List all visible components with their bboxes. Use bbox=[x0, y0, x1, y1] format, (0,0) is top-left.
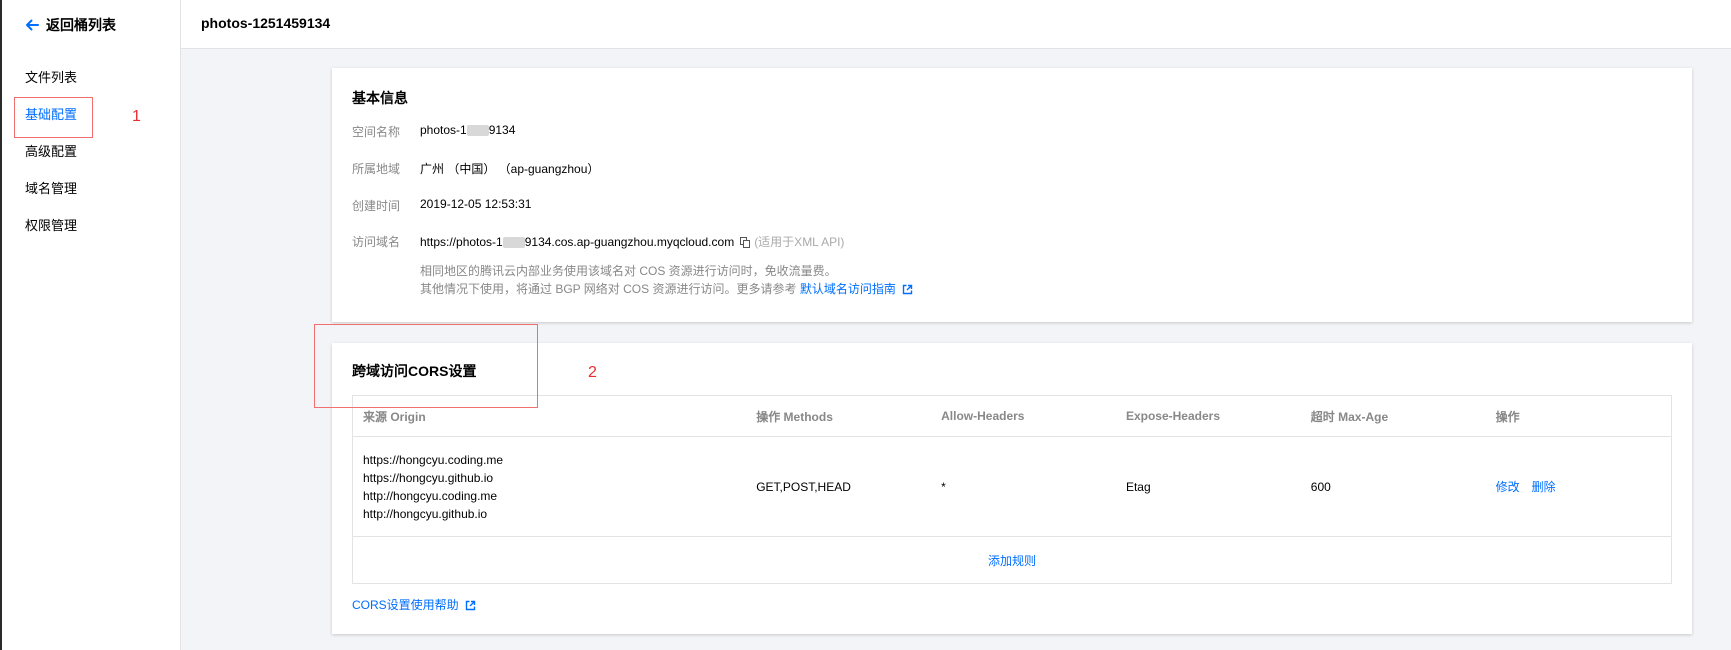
created-time-label: 创建时间 bbox=[352, 199, 401, 213]
bucket-name-prefix: photos-1 bbox=[420, 123, 467, 137]
redacted-blur bbox=[466, 125, 489, 137]
column-header-expose-headers: Expose-Headers bbox=[1115, 395, 1301, 437]
access-domain-suffix: 9134.cos.ap-guangzhou.myqcloud.com bbox=[524, 235, 735, 249]
bucket-name-suffix: 9134 bbox=[488, 123, 516, 137]
back-to-bucket-list-button[interactable]: 返回桶列表 bbox=[24, 14, 116, 36]
edit-rule-link[interactable]: 修改 bbox=[1496, 480, 1520, 494]
add-rule-cell: 添加规则 bbox=[352, 536, 1672, 584]
sidebar-item-advanced-config[interactable]: 高级配置 bbox=[25, 144, 77, 160]
origin-item: https://hongcyu.github.io bbox=[363, 470, 494, 485]
add-rule-link[interactable]: 添加规则 bbox=[988, 554, 1036, 568]
back-label: 返回桶列表 bbox=[46, 17, 116, 33]
basic-info-card: 基本信息 空间名称 photos-1 9134 所属地域 广州 （中国） （ap-… bbox=[332, 68, 1692, 322]
column-header-actions: 操作 bbox=[1485, 395, 1672, 437]
annotation-number-2: 2 bbox=[588, 364, 597, 381]
column-header-methods: 操作 Methods bbox=[746, 395, 932, 437]
cors-rules-table: 来源 Origin 操作 Methods Allow-Headers Expos… bbox=[352, 395, 1672, 584]
add-rule-row: 添加规则 bbox=[352, 536, 1672, 584]
redacted-blur bbox=[502, 237, 525, 249]
external-link-icon[interactable] bbox=[465, 600, 476, 611]
annotation-box-2 bbox=[314, 324, 538, 408]
origin-item: http://hongcyu.coding.me bbox=[363, 488, 498, 503]
domain-note-text: 其他情况下使用，将通过 BGP 网络对 COS 资源进行访问。更多请参考 bbox=[420, 282, 797, 296]
region-label: 所属地域 bbox=[352, 162, 401, 176]
annotation-number-1: 1 bbox=[132, 108, 141, 125]
external-link-icon[interactable] bbox=[902, 284, 913, 295]
copy-icon[interactable] bbox=[740, 237, 751, 249]
expose-headers-cell: Etag bbox=[1115, 436, 1301, 537]
cors-help: CORS设置使用帮助 bbox=[352, 596, 476, 613]
allow-headers-cell: * bbox=[931, 436, 1116, 537]
bucket-name-label: 空间名称 bbox=[352, 125, 401, 139]
methods-cell: GET,POST,HEAD bbox=[746, 436, 932, 537]
table-row: https://hongcyu.coding.me https://hongcy… bbox=[352, 436, 1672, 537]
max-age-cell: 600 bbox=[1300, 436, 1486, 537]
column-header-allow-headers: Allow-Headers bbox=[931, 395, 1116, 437]
sidebar-item-file-list[interactable]: 文件列表 bbox=[25, 70, 77, 86]
sidebar-item-domain-management[interactable]: 域名管理 bbox=[25, 181, 77, 197]
access-domain-prefix: https://photos-1 bbox=[420, 235, 503, 249]
default-domain-guide-link[interactable]: 默认域名访问指南 bbox=[800, 282, 896, 296]
created-time-value: 2019-12-05 12:53:31 bbox=[420, 197, 532, 211]
origin-item: https://hongcyu.coding.me bbox=[363, 452, 504, 467]
xml-api-hint: (适用于XML API) bbox=[754, 235, 845, 249]
bucket-name-value: photos-1 9134 bbox=[420, 123, 515, 137]
region-value: 广州 （中国） （ap-guangzhou） bbox=[420, 162, 600, 176]
origin-cell: https://hongcyu.coding.me https://hongcy… bbox=[352, 436, 747, 537]
sidebar-item-permission-management[interactable]: 权限管理 bbox=[25, 218, 77, 234]
cors-help-link[interactable]: CORS设置使用帮助 bbox=[352, 598, 459, 612]
column-header-max-age: 超时 Max-Age bbox=[1300, 395, 1486, 437]
access-domain-label: 访问域名 bbox=[352, 235, 401, 249]
actions-cell: 修改 删除 bbox=[1485, 436, 1672, 537]
top-bar: photos-1251459134 bbox=[181, 0, 1731, 49]
arrow-left-icon bbox=[26, 19, 39, 31]
annotation-box-1 bbox=[14, 97, 93, 138]
domain-note-line1: 相同地区的腾讯云内部业务使用该域名对 COS 资源进行访问时，免收流量费。 bbox=[420, 264, 837, 278]
origin-item: http://hongcyu.github.io bbox=[363, 506, 488, 521]
delete-rule-link[interactable]: 删除 bbox=[1532, 480, 1556, 494]
access-domain-value: https://photos-1 9134.cos.ap-guangzhou.my… bbox=[420, 233, 844, 250]
table-header-row: 来源 Origin 操作 Methods Allow-Headers Expos… bbox=[352, 395, 1672, 437]
domain-note-line2: 其他情况下使用，将通过 BGP 网络对 COS 资源进行访问。更多请参考 默认域… bbox=[420, 280, 913, 298]
basic-info-title: 基本信息 bbox=[352, 90, 408, 106]
page-title: photos-1251459134 bbox=[201, 15, 331, 31]
